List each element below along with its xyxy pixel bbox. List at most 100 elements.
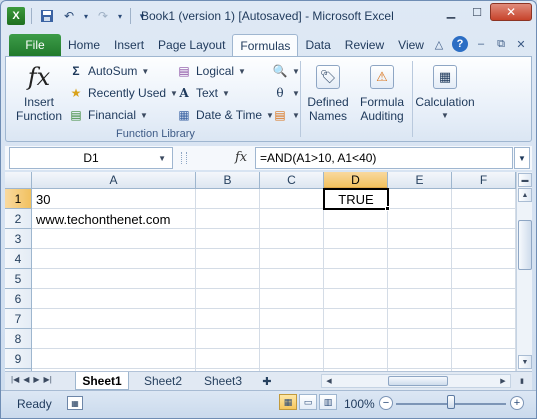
column-header-a[interactable]: A [32,172,196,189]
first-sheet-icon[interactable]: |◀ [11,375,19,384]
insert-function-fx-icon[interactable]: fx [235,150,247,165]
gridline [32,228,516,229]
page-layout-view-icon[interactable]: ▭ [299,394,317,410]
minimize-icon[interactable]: ▁ [438,3,464,21]
row-header-1[interactable]: 1 [5,189,32,209]
gridline [32,368,516,369]
horizontal-scroll-thumb[interactable] [388,376,448,386]
gridline [32,208,516,209]
more-functions-icon: ▤ [274,108,286,122]
chevron-down-icon[interactable]: ▼ [158,154,166,163]
help-icon[interactable]: ? [452,36,468,52]
row-header-6[interactable]: 6 [5,289,32,309]
row-header-8[interactable]: 8 [5,329,32,349]
window-restore-icon[interactable]: ⧉ [494,37,508,51]
normal-view-icon[interactable]: ▦ [279,394,297,410]
formula-input[interactable]: =AND(A1>10, A1<40) [255,147,513,169]
select-all-corner[interactable] [5,172,32,189]
tab-formulas[interactable]: Formulas [232,34,299,56]
tab-page-layout[interactable]: Page Layout [151,34,232,56]
defined-names-button[interactable]: 🏷 Defined Names [304,61,352,123]
formula-auditing-button[interactable]: ⚠ Formula Auditing [354,61,410,123]
split-box-icon[interactable]: ▬ [518,173,532,187]
window-close-icon[interactable]: ✕ [514,37,528,51]
tab-view[interactable]: View [391,34,431,56]
calculation-button[interactable]: ▦ Calculation ▼ [414,61,476,123]
status-text: Ready [17,397,52,411]
vertical-scroll-thumb[interactable] [518,220,532,270]
column-header-f[interactable]: F [452,172,516,189]
column-header-b[interactable]: B [196,172,260,189]
more-functions-button[interactable]: ▤ ▼ [272,107,300,123]
expand-formula-bar-icon[interactable]: ▼ [514,147,530,169]
text-button[interactable]: A Text ▼ [176,85,230,101]
save-icon[interactable] [38,7,56,25]
name-box-value: D1 [83,151,99,165]
window-minimize-icon[interactable]: ‒ [474,37,488,51]
row-header-7[interactable]: 7 [5,309,32,329]
prev-sheet-icon[interactable]: ◀ [23,375,29,384]
formula-auditing-label-1: Formula [359,95,404,109]
column-header-d[interactable]: D [324,172,388,189]
chevron-down-icon: ▼ [141,66,150,76]
tab-data[interactable]: Data [298,34,337,56]
redo-icon[interactable]: ↷ [94,7,112,25]
chevron-down-icon: ▼ [441,111,449,120]
last-sheet-icon[interactable]: ▶| [44,375,52,384]
chevron-down-icon[interactable]: ▾ [82,7,90,25]
split-box-icon[interactable]: ▮ [515,375,529,387]
scroll-down-icon[interactable]: ▼ [518,355,532,369]
sheet-tab-sheet1[interactable]: Sheet1 [75,372,129,390]
undo-icon[interactable]: ↶ [60,7,78,25]
zoom-out-icon[interactable]: − [379,396,393,410]
qat-divider [31,8,32,24]
minimize-ribbon-icon[interactable]: △ [432,37,446,51]
row-header-4[interactable]: 4 [5,249,32,269]
gridline [387,189,388,371]
tab-review[interactable]: Review [338,34,391,56]
row-header-2[interactable]: 2 [5,209,32,229]
gridline [32,328,516,329]
zoom-slider-thumb[interactable] [447,395,455,409]
tab-insert[interactable]: Insert [107,34,151,56]
chevron-down-icon[interactable]: ▾ [116,7,124,25]
cell-a1[interactable]: 30 [36,192,50,207]
insert-worksheet-icon[interactable]: ✚ [257,372,277,390]
math-trig-button[interactable]: θ ▼ [272,85,300,101]
vertical-scrollbar[interactable]: ▬ ▲ ▼ [516,172,532,371]
row-header-9[interactable]: 9 [5,349,32,369]
logical-button[interactable]: ▤ Logical ▼ [176,63,246,79]
cell-a2[interactable]: www.techonthenet.com [36,212,170,227]
financial-button[interactable]: ▤ Financial ▼ [68,107,148,123]
macro-record-icon[interactable]: ▦ [67,396,83,410]
next-sheet-icon[interactable]: ▶ [33,375,39,384]
tab-home[interactable]: Home [61,34,107,56]
column-header-e[interactable]: E [388,172,452,189]
horizontal-scrollbar[interactable]: ◀ ▶ [321,374,511,388]
sheet-tab-sheet2[interactable]: Sheet2 [135,372,191,390]
close-icon[interactable]: ✕ [490,3,532,21]
column-header-c[interactable]: C [260,172,324,189]
autosum-button[interactable]: Σ AutoSum ▼ [68,63,149,79]
gridline [32,248,516,249]
recently-used-button[interactable]: ★ Recently Used ▼ [68,85,178,101]
zoom-level[interactable]: 100% [344,397,375,411]
name-box[interactable]: D1 ▼ [9,147,173,169]
row-header-5[interactable]: 5 [5,269,32,289]
tab-file[interactable]: File [9,34,61,56]
lookup-reference-button[interactable]: 🔍 ▼ [272,63,300,79]
sheet-tab-sheet3[interactable]: Sheet3 [195,372,251,390]
scroll-left-icon[interactable]: ◀ [322,375,336,387]
formula-bar: D1 ▼ fx =AND(A1>10, A1<40) ▼ [5,146,532,170]
page-break-view-icon[interactable]: ▥ [319,394,337,410]
excel-logo-icon[interactable]: X [7,7,25,25]
maximize-icon[interactable]: ☐ [464,3,490,21]
date-time-button[interactable]: ▦ Date & Time ▼ [176,107,274,123]
zoom-in-icon[interactable]: + [510,396,524,410]
row-header-3[interactable]: 3 [5,229,32,249]
cell-d1-active[interactable]: TRUE [323,188,389,210]
insert-function-button[interactable]: fx Insert Function [14,61,64,123]
fill-handle[interactable] [385,206,390,211]
scroll-right-icon[interactable]: ▶ [496,375,510,387]
scroll-up-icon[interactable]: ▲ [518,188,532,202]
